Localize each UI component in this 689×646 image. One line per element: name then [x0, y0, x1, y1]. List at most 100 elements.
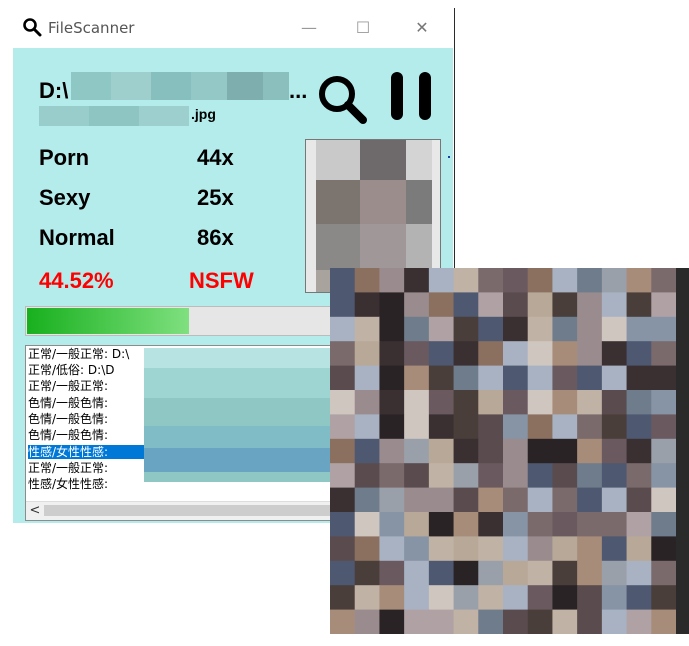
- horizontal-scrollbar[interactable]: <: [26, 501, 356, 520]
- mosaic-tile: [601, 609, 628, 634]
- mosaic-tile: [527, 341, 553, 367]
- scan-log-list[interactable]: 正常/一般正常: D:\ 正常/低俗: D:\D 正常/一般正常: 色情/一般色…: [25, 345, 357, 521]
- maximize-button[interactable]: ☐: [353, 18, 373, 38]
- mosaic-tile: [478, 316, 504, 342]
- mosaic-tile: [601, 487, 628, 513]
- mosaic-tile: [478, 463, 504, 489]
- progress-fill: [27, 308, 189, 334]
- log-category: 正常/低俗:: [28, 363, 85, 377]
- mosaic-tile: [651, 365, 676, 391]
- mosaic-tile: [330, 268, 356, 293]
- mosaic-tile: [503, 560, 529, 586]
- mosaic-tile: [453, 585, 479, 611]
- mosaic-tile: [354, 487, 380, 513]
- mosaic-tile: [527, 292, 553, 318]
- list-item[interactable]: 色情/一般色情:: [28, 428, 108, 442]
- mosaic-tile: [354, 438, 380, 464]
- mosaic-tile: [354, 512, 380, 537]
- mosaic-tile: [577, 438, 603, 464]
- normal-label: Normal: [39, 225, 115, 250]
- mosaic-tile: [651, 438, 676, 464]
- mosaic-tile: [651, 316, 676, 342]
- mosaic-tile: [601, 341, 628, 367]
- mosaic-tile: [379, 560, 405, 586]
- mosaic-tile: [601, 560, 628, 586]
- mosaic-tile: [626, 438, 652, 464]
- mosaic-tile: [503, 463, 529, 489]
- mosaic-tile: [428, 341, 455, 367]
- mosaic-tile: [354, 365, 380, 391]
- list-item[interactable]: 色情/一般色情:: [28, 396, 108, 410]
- list-item[interactable]: 正常/一般正常: D:\: [28, 347, 129, 361]
- mosaic-tile: [577, 390, 603, 415]
- mosaic-tile: [503, 609, 529, 634]
- title-bar[interactable]: FileScanner — ☐ ✕: [12, 8, 454, 48]
- list-item[interactable]: 正常/低俗: D:\D: [28, 363, 114, 377]
- mosaic-tile: [552, 438, 578, 464]
- mosaic-tile: [330, 341, 356, 367]
- mosaic-tile: [354, 292, 380, 318]
- minimize-button[interactable]: —: [299, 18, 319, 38]
- scroll-left-arrow-icon[interactable]: <: [28, 503, 42, 519]
- pause-icon[interactable]: [389, 70, 435, 122]
- mosaic-tile: [379, 438, 405, 464]
- list-item[interactable]: 正常/一般正常:: [28, 461, 108, 475]
- mosaic-tile: [453, 536, 479, 562]
- window-title: FileScanner: [48, 19, 135, 37]
- mosaic-tile: [453, 487, 479, 513]
- scrollbar-thumb[interactable]: [44, 505, 336, 516]
- mosaic-tile: [330, 560, 356, 586]
- stray-pixel: [448, 156, 450, 158]
- list-item[interactable]: 正常/一般正常:: [28, 379, 108, 393]
- mosaic-tile: [404, 560, 430, 586]
- mosaic-tile: [478, 487, 504, 513]
- mosaic-tile: [478, 536, 504, 562]
- mosaic-tile: [527, 438, 553, 464]
- list-item[interactable]: 性感/女性性感:: [28, 477, 108, 491]
- scan-search-icon[interactable]: [315, 72, 369, 126]
- mosaic-tile: [379, 536, 405, 562]
- mosaic-tile: [453, 438, 479, 464]
- mosaic-tile: [527, 365, 553, 391]
- normal-count: 86x: [197, 225, 234, 250]
- mosaic-tile: [453, 268, 479, 293]
- mosaic-tile: [552, 512, 578, 537]
- mosaic-tile: [552, 268, 578, 293]
- mosaic-tile: [503, 365, 529, 391]
- mosaic-tile: [478, 438, 504, 464]
- close-button[interactable]: ✕: [412, 18, 432, 38]
- list-item[interactable]: 色情/一般色情:: [28, 412, 108, 426]
- mosaic-tile: [577, 414, 603, 440]
- mosaic-tile: [577, 341, 603, 367]
- mosaic-tile: [626, 365, 652, 391]
- mosaic-tile: [626, 512, 652, 537]
- mosaic-tile: [453, 365, 479, 391]
- mosaic-tile: [428, 390, 455, 415]
- mosaic-tile: [626, 585, 652, 611]
- mosaic-tile: [577, 512, 603, 537]
- mosaic-tile: [552, 365, 578, 391]
- mosaic-tile: [330, 536, 356, 562]
- search-icon: [23, 18, 42, 37]
- mosaic-tile: [428, 463, 455, 489]
- mosaic-tile: [527, 536, 553, 562]
- mosaic-tile: [552, 487, 578, 513]
- mosaic-tile: [404, 463, 430, 489]
- verdict-label: NSFW: [189, 268, 254, 293]
- mosaic-tile: [404, 341, 430, 367]
- mosaic-tile: [354, 268, 380, 293]
- mosaic-tile: [379, 487, 405, 513]
- mosaic-tile: [626, 560, 652, 586]
- file-path-end: ...: [289, 78, 308, 103]
- mosaic-tile: [527, 268, 553, 293]
- mosaic-tile: [503, 414, 529, 440]
- mosaic-tile: [601, 390, 628, 415]
- mosaic-tile: [354, 414, 380, 440]
- mosaic-tile: [552, 390, 578, 415]
- mosaic-tile: [379, 365, 405, 391]
- mosaic-tile: [552, 536, 578, 562]
- mosaic-tile: [404, 292, 430, 318]
- mosaic-tile: [354, 463, 380, 489]
- sexy-count: 25x: [197, 185, 234, 210]
- image-window-edge: [676, 268, 689, 634]
